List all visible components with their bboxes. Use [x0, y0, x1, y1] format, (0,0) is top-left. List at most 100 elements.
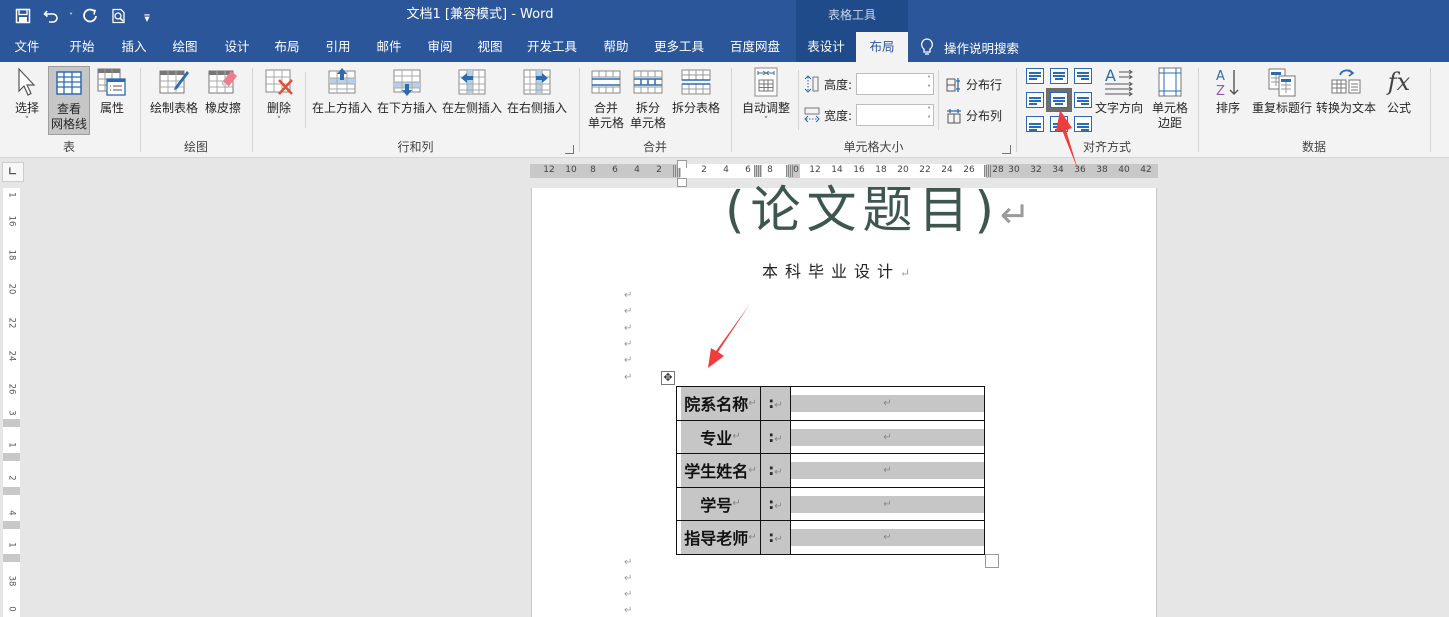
tab-developer[interactable]: 开发工具 — [522, 32, 582, 62]
delete-button[interactable]: 删除 ˅ — [261, 66, 297, 126]
horizontal-ruler[interactable]: 12 10 8 6 4 2 2 4 6 8 0 12 14 16 18 20 2… — [530, 164, 1158, 178]
tab-draw[interactable]: 绘图 — [163, 32, 207, 62]
table-move-handle[interactable]: ✥ — [661, 371, 675, 385]
tab-more-tools[interactable]: 更多工具 — [648, 32, 710, 62]
height-spinner[interactable]: ˄ ˅ — [927, 75, 931, 93]
tab-table-layout[interactable]: 布局 — [856, 32, 908, 62]
group-label-cell-size: 单元格大小 — [843, 140, 904, 154]
table-cell-label[interactable]: 学生姓名 ↵ — [676, 453, 761, 488]
eraser-button[interactable]: 橡皮擦 — [203, 66, 243, 116]
repeat-header-rows-button[interactable]: 重复标题行 — [1251, 66, 1313, 116]
ruler-tick: 8 — [767, 165, 773, 175]
insert-left-button[interactable]: 在左侧插入 — [441, 66, 503, 116]
ruler-tick: 16 — [6, 215, 17, 227]
view-gridlines-button[interactable]: 查看 网格线 — [48, 66, 90, 135]
row-marker[interactable] — [3, 554, 20, 562]
convert-to-text-button[interactable]: 转换为文本 — [1315, 66, 1377, 116]
cell-margins-button[interactable]: 单元格 边距 — [1148, 66, 1192, 131]
autofit-button[interactable]: 自动调整 ˅ — [738, 66, 794, 126]
table-cell-value[interactable]: ↵ — [790, 419, 985, 454]
sort-button[interactable]: AZ 排序 — [1211, 66, 1245, 116]
align-top-left[interactable] — [1026, 68, 1044, 84]
first-line-indent-marker[interactable] — [677, 160, 687, 168]
table-cell-value[interactable]: ↵ — [790, 386, 985, 421]
tab-mailings[interactable]: 邮件 — [367, 32, 411, 62]
width-input[interactable]: ˄ ˅ — [856, 104, 935, 126]
formula-fx-icon: fx — [1387, 67, 1411, 96]
align-bottom-left[interactable] — [1026, 116, 1044, 132]
ruler-tick: 1 — [6, 542, 17, 548]
insert-below-button[interactable]: 在下方插入 — [376, 66, 438, 116]
align-top-center[interactable] — [1050, 68, 1068, 84]
align-center-center[interactable] — [1046, 88, 1072, 112]
row-marker[interactable] — [3, 487, 20, 495]
row-marker[interactable] — [3, 521, 20, 529]
tab-layout[interactable]: 布局 — [265, 32, 309, 62]
table-cell-label[interactable]: 院系名称 ↵ — [676, 386, 761, 421]
move-icon: ✥ — [663, 371, 673, 384]
formula-button[interactable]: fx 公式 — [1381, 66, 1417, 116]
merge-cells-button[interactable]: 合并 单元格 — [586, 66, 626, 131]
table-cell-colon[interactable]: :↵ — [760, 386, 791, 421]
insert-right-button[interactable]: 在右侧插入 — [506, 66, 568, 116]
cell-size-dialog-launcher[interactable] — [1002, 145, 1011, 154]
insert-left-icon — [458, 69, 486, 95]
table-cell-colon[interactable]: :↵ — [760, 453, 791, 488]
tab-file[interactable]: 文件 — [6, 32, 48, 62]
document-subtitle[interactable]: 本科毕业设计↵ — [762, 258, 910, 282]
row-marker[interactable] — [3, 453, 20, 461]
tab-insert[interactable]: 插入 — [112, 32, 156, 62]
rows-columns-dialog-launcher[interactable] — [565, 145, 574, 154]
ruler-tick: 26 — [963, 165, 975, 175]
table-cell-value[interactable]: ↵ — [790, 486, 985, 521]
tab-design[interactable]: 设计 — [215, 32, 259, 62]
vertical-ruler[interactable]: 1 16 18 20 22 24 26 3 1 2 4 1 38 0 — [3, 188, 20, 617]
split-table-button[interactable]: 拆分表格 — [670, 66, 722, 116]
tab-selector[interactable]: ∟ — [2, 162, 24, 182]
tab-home[interactable]: 开始 — [60, 32, 104, 62]
select-button[interactable]: 选择 ˅ — [8, 66, 46, 126]
align-center-left[interactable] — [1026, 92, 1044, 108]
distribute-columns-button[interactable]: 分布列 — [946, 107, 1002, 124]
align-bottom-right[interactable] — [1074, 116, 1092, 132]
tab-view[interactable]: 视图 — [468, 32, 512, 62]
group-separator — [1430, 68, 1431, 152]
split-cells-button[interactable]: 拆分 单元格 — [628, 66, 668, 131]
table-cell-colon[interactable]: :↵ — [760, 486, 791, 521]
distribute-rows-icon — [946, 77, 960, 92]
merge-cells-icon — [591, 70, 621, 94]
ruler-tick: 0 — [6, 606, 17, 612]
width-label: 宽度: — [824, 108, 853, 123]
table-cell-colon[interactable]: :↵ — [760, 419, 791, 454]
document-title[interactable]: (论文题目)↵ — [725, 178, 1030, 248]
column-marker[interactable] — [754, 165, 762, 177]
align-top-right[interactable] — [1074, 68, 1092, 84]
table-cell-value[interactable]: ↵ — [790, 520, 985, 555]
column-marker[interactable] — [984, 165, 992, 177]
table-cell-colon[interactable]: :↵ — [760, 520, 791, 555]
tab-baidu-netdisk[interactable]: 百度网盘 — [724, 32, 786, 62]
left-indent-marker[interactable] — [677, 178, 687, 187]
align-bottom-center[interactable] — [1050, 116, 1068, 132]
height-input[interactable]: ˄ ˅ — [856, 73, 935, 95]
insert-above-button[interactable]: 在上方插入 — [311, 66, 373, 116]
ruler-tick: 42 — [1140, 165, 1152, 175]
distribute-rows-button[interactable]: 分布行 — [946, 76, 1002, 93]
table-resize-handle[interactable] — [985, 554, 999, 568]
tell-me-search[interactable]: 操作说明搜索 — [920, 32, 1019, 62]
table-cell-label[interactable]: 专业 ↵ — [676, 419, 761, 454]
tab-table-design[interactable]: 表设计 — [796, 32, 856, 62]
properties-button[interactable]: 属性 — [94, 66, 130, 116]
tab-help[interactable]: 帮助 — [594, 32, 638, 62]
text-direction-button[interactable]: A 文字方向 — [1094, 66, 1144, 116]
table-cell-value[interactable]: ↵ — [790, 453, 985, 488]
align-center-right[interactable] — [1074, 92, 1092, 108]
table-row: 学号 ↵ :↵ ↵ — [676, 486, 985, 521]
tab-review[interactable]: 审阅 — [418, 32, 462, 62]
ruler-tick: 38 — [1096, 165, 1108, 175]
width-spinner[interactable]: ˄ ˅ — [927, 106, 931, 124]
table-cell-label[interactable]: 指导老师 ↵ — [676, 520, 761, 555]
table-cell-label[interactable]: 学号 ↵ — [676, 486, 761, 521]
draw-table-button[interactable]: 绘制表格 — [149, 66, 199, 116]
tab-references[interactable]: 引用 — [316, 32, 360, 62]
